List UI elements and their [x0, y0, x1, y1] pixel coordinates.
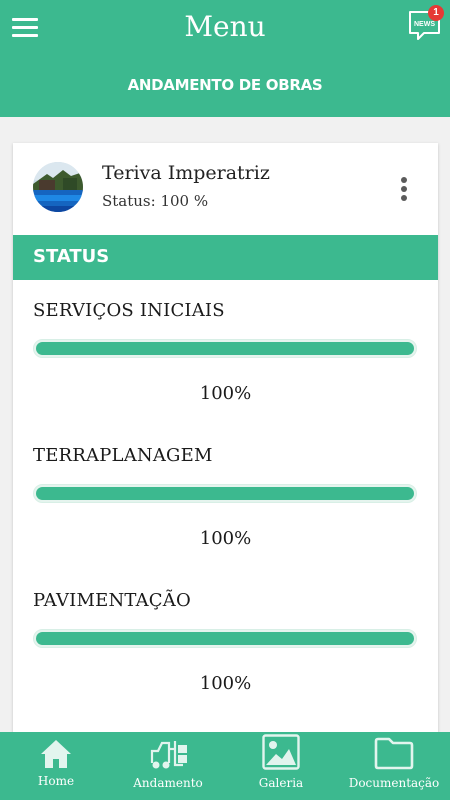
stage-progress-bar: [33, 339, 417, 358]
more-dot: [401, 195, 407, 201]
folder-icon: [374, 737, 414, 770]
stage-progress-bar: [33, 484, 417, 503]
stage-item: TERRAPLANAGEM 100%: [13, 445, 438, 590]
app-header: Menu NEWS 1 ANDAMENTO DE OBRAS: [0, 0, 450, 117]
page-title: Menu: [184, 10, 266, 43]
stage-progress-fill: [36, 342, 414, 355]
page-subtitle: ANDAMENTO DE OBRAS: [127, 76, 323, 94]
nav-documentacao[interactable]: Documentação: [338, 732, 450, 800]
nav-home[interactable]: Home: [0, 732, 112, 800]
nav-galeria-label: Galeria: [258, 776, 304, 790]
more-dot: [401, 177, 407, 183]
stage-percent: 100%: [199, 528, 252, 549]
status-section-header: STATUS: [13, 235, 438, 280]
stage-item: PAVIMENTAÇÃO 100%: [13, 590, 438, 735]
project-status: Status: 100 %: [102, 192, 209, 210]
stage-progress-fill: [36, 632, 414, 645]
project-name: Teriva Imperatriz: [102, 162, 270, 184]
stage-label: PAVIMENTAÇÃO: [33, 590, 191, 611]
stage-label: TERRAPLANAGEM: [33, 445, 213, 466]
bottom-navigation: Home Andamento Galeria Documentação: [0, 732, 450, 800]
nav-documentacao-label: Documentação: [348, 776, 440, 790]
home-icon: [41, 740, 71, 768]
stage-item: SERVIÇOS INICIAIS 100%: [13, 300, 438, 445]
project-card: Teriva Imperatriz Status: 100 % STATUS S…: [13, 143, 438, 743]
project-avatar[interactable]: [33, 162, 83, 212]
nav-home-label: Home: [37, 774, 75, 788]
news-count-badge: 1: [428, 5, 444, 21]
nav-galeria[interactable]: Galeria: [225, 732, 337, 800]
news-icon-text: NEWS: [414, 21, 435, 28]
status-section-title: STATUS: [33, 246, 110, 267]
more-dot: [401, 186, 407, 192]
stage-progress-fill: [36, 487, 414, 500]
image-icon: [262, 734, 300, 770]
nav-andamento[interactable]: Andamento: [112, 732, 224, 800]
stage-progress-bar: [33, 629, 417, 648]
stage-percent: 100%: [199, 673, 252, 694]
stage-percent: 100%: [199, 383, 252, 404]
nav-andamento-label: Andamento: [133, 776, 203, 790]
stage-label: SERVIÇOS INICIAIS: [33, 300, 225, 321]
forklift-icon: [150, 741, 187, 769]
more-options-icon[interactable]: [393, 173, 413, 207]
